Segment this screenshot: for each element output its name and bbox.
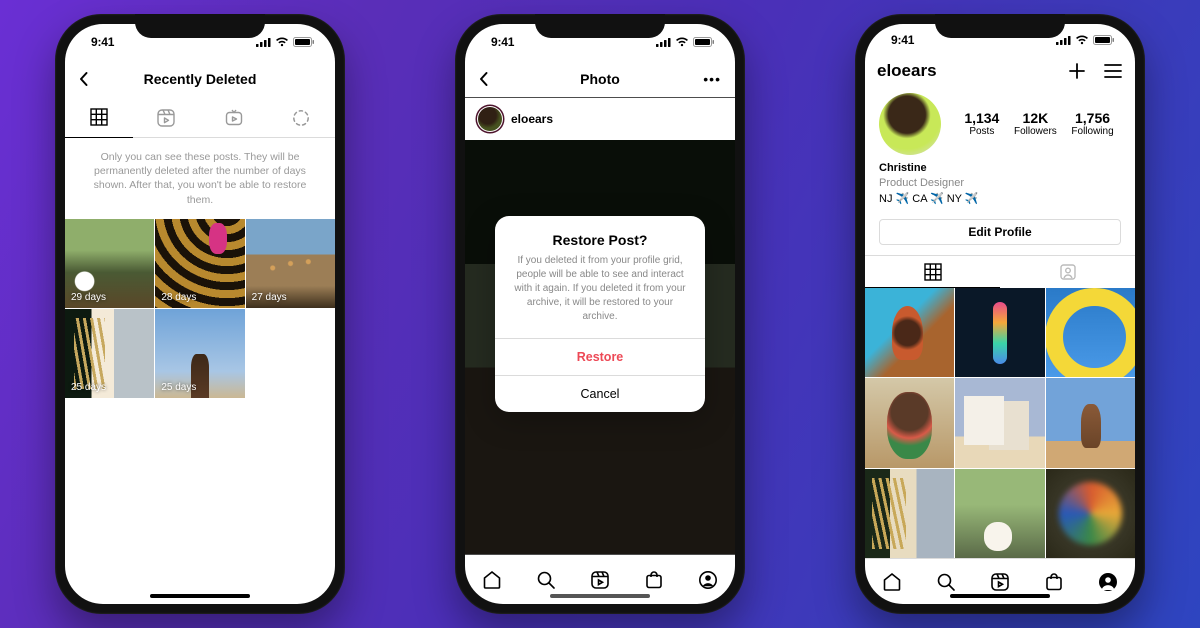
home-indicator bbox=[150, 594, 250, 598]
stat-followers[interactable]: 12K Followers bbox=[1014, 110, 1057, 137]
nav-reels-icon[interactable] bbox=[990, 572, 1010, 592]
story-ring-icon bbox=[292, 109, 310, 127]
igtv-icon bbox=[225, 109, 243, 127]
wifi-icon bbox=[1075, 35, 1089, 45]
notch bbox=[135, 14, 265, 38]
page-title: Recently Deleted bbox=[144, 71, 257, 87]
bio-title: Product Designer bbox=[879, 176, 1121, 191]
grid-icon bbox=[924, 263, 942, 281]
tab-igtv[interactable] bbox=[200, 98, 268, 137]
stat-posts-count: 1,134 bbox=[964, 110, 999, 126]
restore-modal-overlay: Restore Post? If you deleted it from you… bbox=[465, 24, 735, 604]
back-button[interactable] bbox=[75, 70, 93, 88]
status-time: 9:41 bbox=[91, 35, 114, 49]
tab-stories[interactable] bbox=[268, 98, 336, 137]
avatar[interactable] bbox=[879, 93, 941, 155]
stat-posts-label: Posts bbox=[964, 126, 999, 137]
stat-following[interactable]: 1,756 Following bbox=[1071, 110, 1113, 137]
nav-home-icon[interactable] bbox=[882, 572, 902, 592]
nav-bar: Recently Deleted bbox=[65, 60, 335, 98]
phone-profile: 9:41 eloears 1,134 Posts 12K bbox=[855, 14, 1145, 614]
bio-location: NJ ✈️ CA ✈️ NY ✈️ bbox=[879, 192, 1121, 207]
stat-followers-label: Followers bbox=[1014, 126, 1057, 137]
edit-profile-button[interactable]: Edit Profile bbox=[879, 219, 1121, 245]
feed-thumbnail[interactable] bbox=[865, 469, 954, 558]
feed-thumbnail[interactable] bbox=[955, 469, 1044, 558]
restore-modal: Restore Post? If you deleted it from you… bbox=[495, 216, 705, 412]
notch bbox=[935, 14, 1065, 38]
days-remaining: 29 days bbox=[71, 292, 106, 303]
restore-button[interactable]: Restore bbox=[495, 338, 705, 375]
feed-grid bbox=[865, 288, 1135, 558]
profile-tabs bbox=[865, 255, 1135, 288]
cellular-icon bbox=[256, 37, 271, 47]
new-post-button[interactable] bbox=[1067, 61, 1087, 81]
grid-icon bbox=[90, 108, 108, 126]
tab-reels[interactable] bbox=[133, 98, 201, 137]
feed-thumbnail[interactable] bbox=[865, 378, 954, 467]
stat-posts[interactable]: 1,134 Posts bbox=[964, 110, 999, 137]
wifi-icon bbox=[275, 37, 289, 47]
days-remaining: 25 days bbox=[71, 382, 106, 393]
feed-thumbnail[interactable] bbox=[1046, 288, 1135, 377]
feed-thumbnail[interactable] bbox=[1046, 469, 1135, 558]
cellular-icon bbox=[1056, 35, 1071, 45]
phone-recently-deleted: 9:41 Recently Deleted Only you can see t… bbox=[55, 14, 345, 614]
tab-grid[interactable] bbox=[65, 98, 133, 138]
deleted-thumbnail[interactable]: 28 days bbox=[155, 219, 244, 308]
days-remaining: 28 days bbox=[161, 292, 196, 303]
feed-thumbnail[interactable] bbox=[955, 288, 1044, 377]
bio-name: Christine bbox=[879, 161, 1121, 176]
stat-following-label: Following bbox=[1071, 126, 1113, 137]
nav-shop-icon[interactable] bbox=[1044, 572, 1064, 592]
home-indicator bbox=[950, 594, 1050, 598]
deleted-thumbnail[interactable]: 27 days bbox=[246, 219, 335, 308]
stat-following-count: 1,756 bbox=[1071, 110, 1113, 126]
cancel-button[interactable]: Cancel bbox=[495, 375, 705, 412]
modal-body: If you deleted it from your profile grid… bbox=[495, 254, 705, 338]
nav-profile-icon[interactable] bbox=[1098, 572, 1118, 592]
profile-header: eloears bbox=[865, 57, 1135, 85]
stat-followers-count: 12K bbox=[1014, 110, 1057, 126]
media-type-tabs bbox=[65, 98, 335, 138]
feed-thumbnail[interactable] bbox=[865, 288, 954, 377]
deleted-grid: 29 days 28 days 27 days 25 days 25 days bbox=[65, 219, 335, 399]
profile-username[interactable]: eloears bbox=[877, 61, 1057, 81]
feed-thumbnail[interactable] bbox=[955, 378, 1044, 467]
profile-summary: 1,134 Posts 12K Followers 1,756 Followin… bbox=[865, 85, 1135, 161]
tab-posts-grid[interactable] bbox=[865, 256, 1000, 288]
tab-tagged[interactable] bbox=[1000, 256, 1135, 288]
deleted-thumbnail[interactable]: 29 days bbox=[65, 219, 154, 308]
phone-restore-dialog: 9:41 Photo ••• eloears bbox=[455, 14, 745, 614]
notch bbox=[535, 14, 665, 38]
tagged-icon bbox=[1059, 263, 1077, 281]
modal-title: Restore Post? bbox=[495, 216, 705, 254]
menu-button[interactable] bbox=[1103, 63, 1123, 79]
reels-icon bbox=[157, 109, 175, 127]
status-time: 9:41 bbox=[891, 33, 914, 47]
days-remaining: 27 days bbox=[252, 292, 287, 303]
bio: Christine Product Designer NJ ✈️ CA ✈️ N… bbox=[865, 161, 1135, 215]
nav-search-icon[interactable] bbox=[936, 572, 956, 592]
battery-icon bbox=[1093, 35, 1115, 45]
deleted-thumbnail[interactable]: 25 days bbox=[155, 309, 244, 398]
days-remaining: 25 days bbox=[161, 382, 196, 393]
feed-thumbnail[interactable] bbox=[1046, 378, 1135, 467]
deleted-thumbnail[interactable]: 25 days bbox=[65, 309, 154, 398]
notice-text: Only you can see these posts. They will … bbox=[65, 138, 335, 219]
battery-icon bbox=[293, 37, 315, 47]
